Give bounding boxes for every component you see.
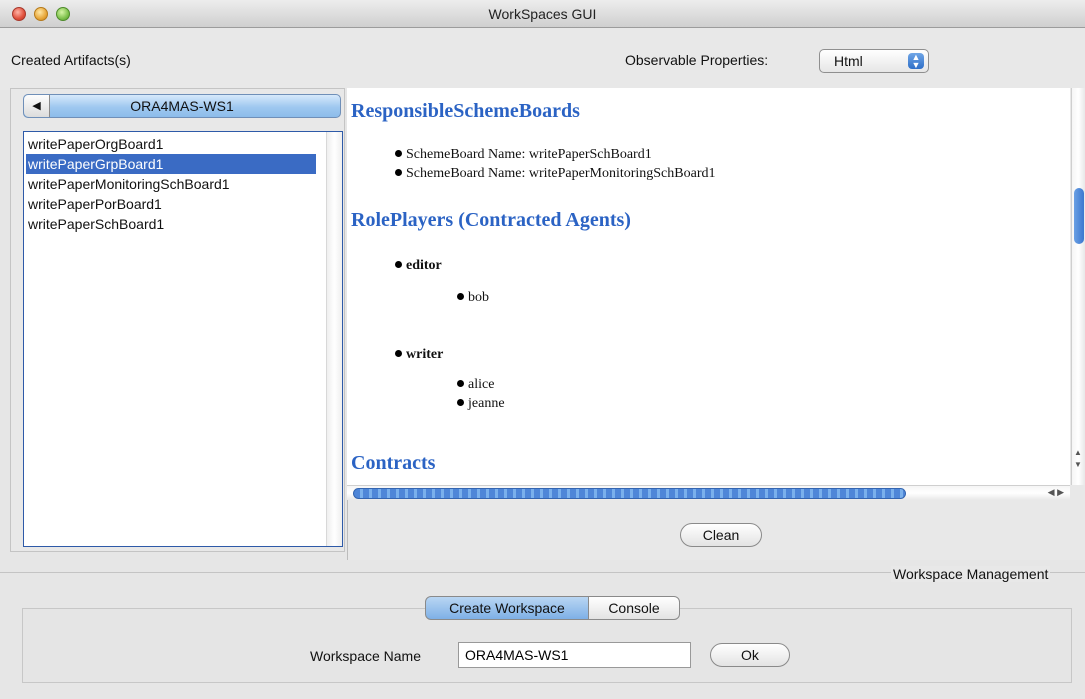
minimize-window-icon[interactable] — [34, 7, 48, 21]
bullet-icon — [457, 380, 464, 388]
toolbar: Created Artifacts(s) Observable Properti… — [0, 28, 1085, 90]
artifacts-list[interactable]: writePaperOrgBoard1 writePaperGrpBoard1 … — [23, 131, 343, 547]
workspace-management-label: Workspace Management — [891, 566, 1051, 582]
list-item: SchemeBoard Name: writePaperSchBoard1 — [395, 147, 652, 163]
tab-console[interactable]: Console — [588, 596, 680, 620]
bullet-icon — [395, 350, 402, 358]
agent-item: bob — [457, 290, 489, 306]
select-arrows-icon: ▲ ▼ — [908, 53, 924, 70]
title-bar: WorkSpaces GUI — [0, 0, 1085, 28]
artifacts-list-scrollbar[interactable] — [326, 132, 342, 546]
role-editor: editor — [395, 258, 442, 274]
list-item[interactable]: writePaperPorBoard1 — [26, 194, 316, 214]
section-heading-contracts: Contracts — [351, 452, 436, 474]
html-view-horizontal-scrollbar[interactable]: ◀ ▶ — [347, 485, 1070, 500]
clean-button[interactable]: Clean — [680, 523, 762, 547]
ok-button[interactable]: Ok — [710, 643, 790, 667]
scroll-up-icon[interactable]: ▲ — [1074, 448, 1082, 457]
scroll-left-right-icon[interactable]: ◀ ▶ — [1048, 487, 1064, 498]
close-window-icon[interactable] — [12, 7, 26, 21]
vertical-scroll-thumb[interactable] — [1074, 188, 1084, 244]
section-heading-roleplayers: RolePlayers (Contracted Agents) — [351, 209, 631, 231]
workspace-name-label: Workspace Name — [310, 648, 422, 664]
observable-properties-value: Html — [834, 53, 863, 69]
bullet-icon — [395, 150, 402, 158]
html-view[interactable]: ResponsibleSchemeBoards SchemeBoard Name… — [347, 88, 1070, 485]
list-item-selected[interactable]: writePaperGrpBoard1 — [26, 154, 316, 174]
list-item[interactable]: writePaperSchBoard1 — [26, 214, 316, 234]
bullet-icon — [457, 293, 464, 301]
observable-properties-label: Observable Properties: — [625, 52, 769, 68]
created-artifacts-label: Created Artifacts(s) — [11, 52, 131, 68]
agent-item: jeanne — [457, 396, 505, 412]
bullet-icon — [395, 261, 402, 269]
list-item[interactable]: writePaperOrgBoard1 — [26, 134, 316, 154]
observable-properties-select[interactable]: Html ▲ ▼ — [819, 49, 929, 73]
role-writer: writer — [395, 347, 443, 363]
workspaces-window: WorkSpaces GUI Created Artifacts(s) Obse… — [0, 0, 1085, 699]
zoom-window-icon[interactable] — [56, 7, 70, 21]
window-title: WorkSpaces GUI — [488, 6, 597, 22]
agent-item: alice — [457, 377, 494, 393]
workspace-name-input[interactable] — [458, 642, 691, 668]
scroll-down-icon[interactable]: ▼ — [1074, 460, 1082, 469]
horizontal-scroll-thumb[interactable] — [353, 488, 906, 499]
list-item[interactable]: writePaperMonitoringSchBoard1 — [26, 174, 316, 194]
tab-create-workspace[interactable]: Create Workspace — [425, 596, 589, 620]
section-heading-responsible-scheme-boards: ResponsibleSchemeBoards — [351, 100, 580, 122]
workspace-tab-label: ORA4MAS-WS1 — [130, 98, 234, 114]
scroll-left-icon[interactable]: ◀ — [24, 95, 50, 117]
html-view-vertical-scrollbar[interactable]: ▲ ▼ — [1071, 88, 1085, 485]
bullet-icon — [395, 169, 402, 177]
artifacts-panel: ◀ ORA4MAS-WS1 writePaperOrgBoard1 writeP… — [10, 88, 345, 552]
list-item: SchemeBoard Name: writePaperMonitoringSc… — [395, 166, 715, 182]
workspace-tab[interactable]: ◀ ORA4MAS-WS1 — [23, 94, 341, 118]
bullet-icon — [457, 399, 464, 407]
